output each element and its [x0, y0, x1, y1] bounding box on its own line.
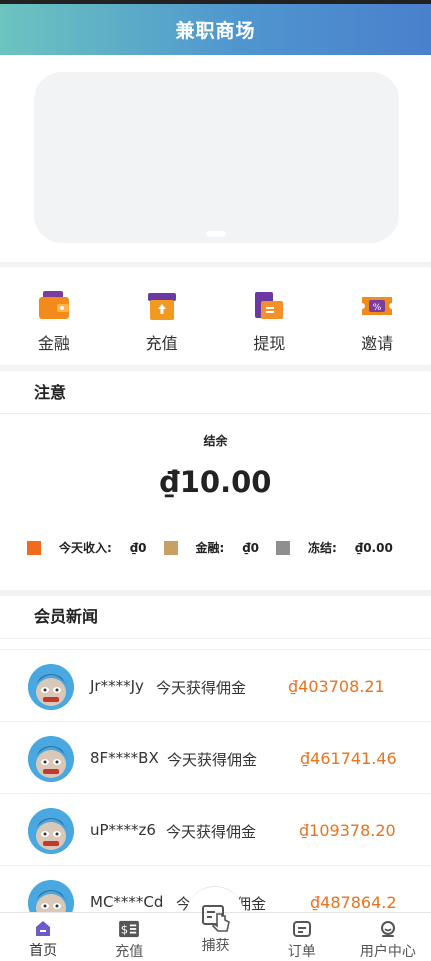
banner-carousel[interactable]: [34, 72, 399, 243]
quick-item-label: 邀请: [361, 334, 394, 353]
dollar-icon: $: [119, 920, 140, 938]
tab-label: 捕获: [201, 938, 230, 954]
stat-value-income: ₫0: [129, 540, 147, 555]
balance-label: 结余: [203, 434, 228, 448]
legend-swatch-income: [27, 540, 41, 555]
news-text: 今天获得佣金: [156, 679, 247, 697]
legend-swatch-frozen: [276, 540, 291, 555]
tab-orders[interactable]: 订单: [259, 913, 345, 961]
news-amount: ₫109378.20: [299, 821, 396, 840]
divider: [0, 639, 431, 650]
member-news-section: 会员新闻 Jr****Jy 今天获得佣金 ₫403708.21 8F****BX…: [0, 596, 431, 936]
tab-user-center[interactable]: 用户中心: [345, 913, 431, 961]
stat-value-finance: ₫0: [242, 540, 260, 555]
bottom-tab-bar: 首页 $ 充值 捕获 订单 用户中心: [0, 905, 431, 961]
news-username: MC****Cd: [90, 893, 164, 911]
withdraw-wallet-icon: [255, 292, 284, 319]
quick-item-withdraw[interactable]: 提现: [216, 267, 324, 365]
balance-panel: 注意 结余 ₫10.00 今天收入: ₫0 金融: ₫0 冻结: ₫0.00: [0, 371, 431, 590]
tab-label: 充值: [115, 944, 144, 960]
carousel-indicator[interactable]: [206, 231, 226, 237]
quick-item-finance[interactable]: 金融: [0, 267, 108, 365]
stat-value-frozen: ₫0.00: [354, 540, 393, 555]
home-icon: [36, 921, 51, 936]
wallet-icon: [38, 291, 69, 319]
avatar: [28, 736, 74, 782]
quick-menu: 金融 充值 提现 % 邀请: [0, 267, 431, 365]
tab-recharge[interactable]: $ 充值: [86, 913, 172, 961]
cartoon-avatar-icon: [28, 664, 74, 710]
cartoon-avatar-icon: [28, 736, 74, 782]
tab-capture[interactable]: 捕获: [172, 905, 258, 961]
quick-item-invite[interactable]: % 邀请: [323, 267, 431, 365]
news-row: 8F****BX 今天获得佣金 ₫461741.46: [0, 722, 431, 794]
quick-item-label: 金融: [37, 334, 70, 353]
news-amount: ₫461741.46: [300, 749, 397, 768]
tab-label: 订单: [287, 944, 316, 960]
quick-item-label: 充值: [145, 334, 178, 353]
tab-label: 首页: [29, 943, 58, 959]
avatar: [28, 664, 74, 710]
page-title: 兼职商场: [175, 20, 256, 42]
order-icon: [292, 921, 311, 937]
balance-stats: 今天收入: ₫0 金融: ₫0 冻结: ₫0.00: [27, 539, 393, 556]
recharge-box-icon: [147, 293, 176, 320]
user-icon: [380, 921, 395, 937]
svg-text:%: %: [373, 303, 382, 313]
avatar: [28, 808, 74, 854]
news-row: uP****z6 今天获得佣金 ₫109378.20: [0, 794, 431, 866]
news-amount: ₫403708.21: [288, 677, 385, 696]
stat-label-finance: 金融:: [195, 541, 225, 555]
legend-swatch-finance: [163, 540, 178, 555]
stat-label-frozen: 冻结:: [308, 541, 337, 555]
tap-hand-icon: [201, 905, 230, 932]
news-text: 今天获得佣金: [167, 751, 258, 769]
quick-item-label: 提现: [253, 334, 286, 353]
news-amount: ₫487864.2: [310, 893, 397, 912]
news-username: uP****z6: [90, 821, 156, 839]
coupon-icon: %: [362, 297, 393, 315]
balance-value: ₫10.00: [159, 465, 272, 499]
banner-section: [0, 55, 431, 262]
tab-home[interactable]: 首页: [0, 913, 86, 961]
section-title: 注意: [0, 371, 431, 414]
tab-label: 用户中心: [359, 944, 416, 960]
news-text: 今天获得佣金: [166, 823, 257, 841]
stat-label-income: 今天收入:: [59, 541, 112, 555]
svg-text:$: $: [121, 923, 128, 937]
quick-item-recharge[interactable]: 充值: [108, 267, 216, 365]
news-username: Jr****Jy: [90, 677, 144, 695]
cartoon-avatar-icon: [28, 808, 74, 854]
news-username: 8F****BX: [90, 749, 159, 767]
section-title: 会员新闻: [0, 596, 431, 639]
header-bar: 兼职商场: [0, 0, 431, 55]
news-row: Jr****Jy 今天获得佣金 ₫403708.21: [0, 650, 431, 722]
